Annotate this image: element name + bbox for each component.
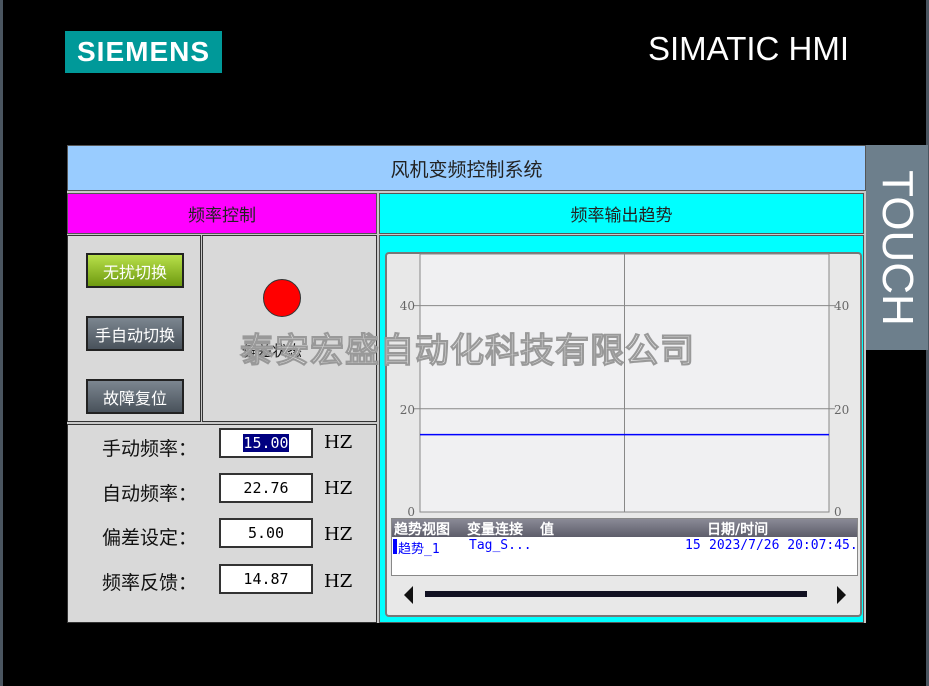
page-title: 风机变频控制系统 [67,145,866,191]
y-tick-left-40: 40 [400,299,415,313]
row-value: 15 [685,538,701,553]
manual-auto-switch-button[interactable]: 手自动切换 [86,316,184,351]
company-watermark: 泰安宏盛自动化科技有限公司 [240,331,695,372]
y-tick-left-0: 0 [407,505,415,517]
auto-frequency-field[interactable]: 22.76 [219,473,313,503]
table-row[interactable]: 趋势_1 Tag_S... 15 2023/7/26 20:07:45. [392,537,858,557]
y-tick-right-0: 0 [834,505,842,517]
touch-label: TOUCH [866,145,928,350]
row-tag: Tag_S... [469,538,532,553]
column-header-value[interactable]: 值 [540,519,554,539]
unit-label: HZ [324,432,353,453]
frequency-feedback-label: 频率反馈： [102,572,198,594]
scroll-left-icon[interactable] [404,586,413,604]
row-trend: 趋势_1 [398,542,440,557]
column-header-trend[interactable]: 趋势视图 [394,519,450,539]
trend-table: 趋势视图 变量连接 值 日期/时间 趋势_1 Tag_S... 15 2023/… [391,518,858,576]
bumpless-switch-button[interactable]: 无扰切换 [86,253,184,288]
product-name: SIMATIC HMI [648,30,850,67]
fault-reset-button[interactable]: 故障复位 [86,379,184,414]
left-frame-edge [0,0,3,686]
frequency-feedback-field[interactable]: 14.87 [219,564,313,594]
trend-chart: 40 20 0 40 20 0 [400,253,849,517]
deviation-indicator-lamp [263,279,301,317]
horizontal-scrollbar[interactable] [425,591,807,597]
column-header-tag[interactable]: 变量连接 [467,519,523,539]
unit-label: HZ [324,524,353,545]
unit-label: HZ [324,478,353,499]
y-tick-left-20: 20 [400,403,415,417]
auto-frequency-label: 自动频率： [102,483,198,505]
unit-label: HZ [324,571,353,592]
deviation-setpoint-input[interactable]: 5.00 [219,518,313,548]
manual-frequency-input[interactable]: 15.00 [219,428,313,458]
trend-header: 频率输出趋势 [379,193,864,234]
siemens-logo: SIEMENS [65,31,222,73]
y-tick-right-20: 20 [834,403,849,417]
column-header-datetime[interactable]: 日期/时间 [707,519,768,539]
manual-frequency-label: 手动频率： [102,438,198,460]
scroll-right-icon[interactable] [837,586,846,604]
table-header: 趋势视图 变量连接 值 日期/时间 [392,519,857,539]
y-tick-right-40: 40 [834,299,849,313]
row-datetime: 2023/7/26 20:07:45. [709,538,858,553]
frequency-control-header: 频率控制 [67,193,377,234]
series-color-marker [393,539,397,554]
deviation-setpoint-label: 偏差设定： [102,527,198,549]
